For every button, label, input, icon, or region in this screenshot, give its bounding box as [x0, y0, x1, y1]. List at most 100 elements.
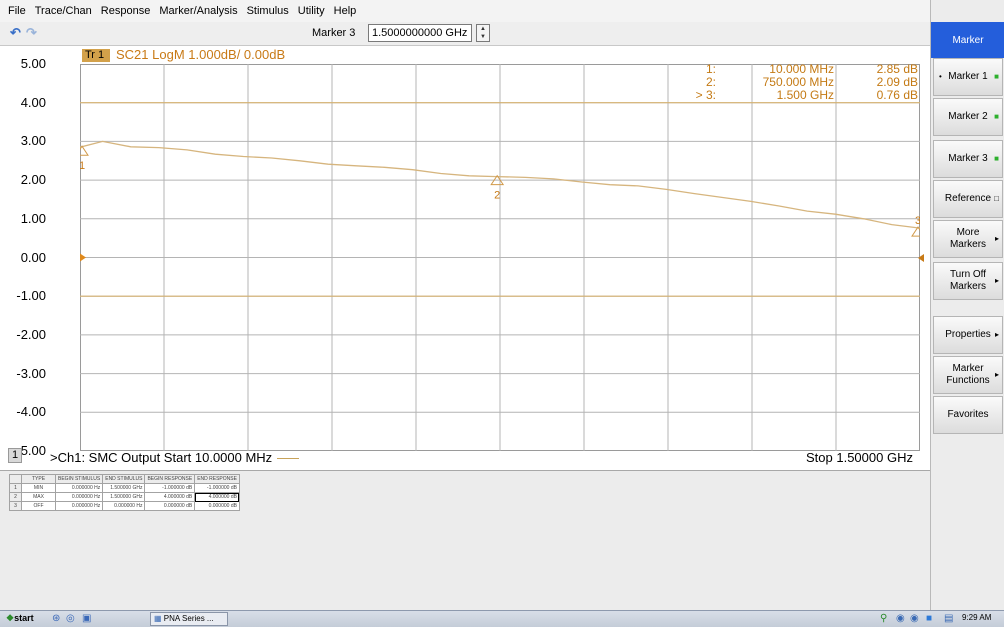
trace-title: SC21 LogM 1.000dB/ 0.00dB [116, 47, 286, 62]
marker-label: 3 [915, 215, 920, 227]
trace-legend-line [277, 458, 300, 460]
reference-marker-right-icon [918, 253, 924, 262]
limit-table-cell[interactable]: 0.000000 dB [194, 501, 240, 511]
limit-table-header-cell[interactable]: BEGIN STIMULUS [54, 474, 104, 484]
marker-frequency-spinner[interactable]: ▲ ▼ [476, 24, 490, 42]
desktop-icon[interactable]: ▣ [82, 613, 91, 624]
marker-readout-value: 2.85 dB [876, 62, 918, 76]
softkey-label: Turn Off Markers [949, 269, 987, 292]
marker-on-indicator-icon: ■ [994, 112, 999, 121]
limit-table-cell[interactable]: 0.000000 Hz [54, 492, 104, 502]
limit-table-header: TYPE BEGIN STIMULUS END STIMULUS BEGIN RESP… [9, 474, 240, 484]
limit-table-header-cell[interactable]: TYPE [21, 474, 56, 484]
menu-item[interactable]: Stimulus [247, 5, 289, 17]
limit-table-cell[interactable]: 4.000000 dB [144, 492, 196, 502]
channel-index[interactable]: 1 [8, 448, 22, 463]
channel-stop-label: Stop 1.50000 GHz [806, 450, 913, 465]
spin-up-icon[interactable]: ▲ [477, 25, 489, 33]
softkey-more-markers[interactable]: More Markers ▸ [933, 220, 1003, 258]
marker-entry-label: Marker 3 [312, 27, 356, 39]
tray-icon[interactable]: ■ [926, 613, 932, 624]
toolbar: ↶ ↷ Marker 3 1.5000000000 GHz ▲ ▼ [0, 22, 930, 46]
menu-item[interactable]: Response [101, 5, 151, 17]
softkey-marker-functions[interactable]: Marker Functions ▸ [933, 356, 1003, 394]
tray-icon[interactable]: ◉ [910, 613, 919, 624]
limit-table-row[interactable]: 1 MIN 0.000000 Hz 1.500000 GHz -1.000000 dB -… [9, 483, 240, 493]
softkey-label: Marker 2 [948, 111, 988, 122]
spin-down-icon[interactable]: ▼ [477, 33, 489, 41]
limit-table-row[interactable]: 3 OFF 0.000000 Hz 0.000000 Hz 0.000000 dB 0.0… [9, 501, 240, 511]
softkey-panel: Marker • Marker 1 ■ Marker 2 ■ Marker 3 ■ Refer… [930, 0, 1004, 627]
softkey-turn-off-markers[interactable]: Turn Off Markers ▸ [933, 262, 1003, 300]
limit-table-cell[interactable]: MAX [21, 492, 56, 502]
limit-table-cell[interactable]: 0.000000 Hz [54, 483, 104, 493]
softkey-label: Favorites [947, 409, 989, 420]
explorer-icon[interactable]: ⊛ [52, 613, 60, 624]
limit-table-cell[interactable]: 0.000000 dB [144, 501, 196, 511]
limit-table-cell[interactable]: 0.000000 Hz [54, 501, 104, 511]
menu-item[interactable]: File [8, 5, 26, 17]
marker-readout-frequency: 1.500 GHz [776, 88, 834, 102]
marker-readout-id: 2: [705, 75, 716, 89]
softkey-favorites[interactable]: Favorites [933, 396, 1003, 434]
limit-table-cell[interactable]: 3 [9, 501, 22, 511]
limit-table-header-cell[interactable] [9, 474, 22, 484]
marker-readout-frequency: 10.000 MHz [769, 62, 834, 76]
softkey-reference[interactable]: Reference □ [933, 180, 1003, 218]
y-tick-label: -4.00 [16, 404, 46, 420]
active-bullet-icon: • [939, 72, 942, 81]
task-pna-series[interactable]: ▦ PNA Series ... [150, 612, 228, 626]
menu-item[interactable]: Trace/Chan [35, 5, 92, 17]
y-tick-label: 1.00 [20, 210, 46, 226]
marker-label: 2 [494, 190, 500, 202]
trace-window: Tr 1 SC21 LogM 1.000dB/ 0.00dB 5.00 4.00 3… [0, 46, 930, 470]
softkey-label: Reference [944, 193, 992, 204]
softkey-marker-2[interactable]: Marker 2 ■ [933, 98, 1003, 136]
submenu-arrow-icon: ▸ [994, 330, 999, 339]
softkey-properties[interactable]: Properties ▸ [933, 316, 1003, 354]
softkey-label: More Markers [949, 227, 987, 250]
limit-table-cell[interactable]: -1.000000 dB [194, 483, 240, 493]
limit-table-cell[interactable]: -1.000000 dB [144, 483, 196, 493]
limit-table-header-cell[interactable]: END RESPONSE [194, 474, 240, 484]
menu-item[interactable]: Marker/Analysis [159, 5, 237, 17]
y-tick-label: -2.00 [16, 326, 46, 342]
checkbox-icon: □ [994, 194, 999, 203]
limit-table-header-cell[interactable]: END STIMULUS [102, 474, 146, 484]
redo-icon[interactable]: ↷ [26, 25, 37, 41]
limit-table-panel: TYPE BEGIN STIMULUS END STIMULUS BEGIN RESP… [0, 470, 930, 610]
trace-tab[interactable]: Tr 1 [82, 49, 110, 62]
marker-on-indicator-icon: ■ [994, 72, 999, 81]
limit-table-cell[interactable]: 0.000000 Hz [102, 501, 146, 511]
tray-icon[interactable]: ▤ [944, 613, 953, 624]
limit-table-cell[interactable]: 4.000000 dB [194, 492, 240, 502]
softkey-marker-1[interactable]: • Marker 1 ■ [933, 58, 1003, 96]
limit-table-row[interactable]: 2 MAX 0.000000 Hz 1.500000 GHz 4.000000 dB 4.… [9, 492, 240, 502]
limit-table-cell[interactable]: MIN [21, 483, 56, 493]
marker-readout-value: 0.76 dB [876, 88, 918, 102]
network-icon[interactable]: ⚲ [880, 613, 887, 624]
marker-readout-id: 1: [705, 62, 716, 76]
limit-table-body: 1 MIN 0.000000 Hz 1.500000 GHz -1.000000 dB -… [9, 483, 240, 511]
marker-label: 1 [80, 160, 85, 172]
limit-table-cell[interactable]: 1 [9, 483, 22, 493]
clock: 9:29 AM [962, 613, 992, 622]
limit-table-cell[interactable]: 1.500000 GHz [102, 492, 146, 502]
limit-table-cell[interactable]: 2 [9, 492, 22, 502]
menu-item[interactable]: Utility [298, 5, 325, 17]
limit-table-cell[interactable]: OFF [21, 501, 56, 511]
trace-plot[interactable]: 1 2 3 [80, 64, 920, 451]
tray-icon[interactable]: ◉ [896, 613, 905, 624]
softkey-label: Properties [945, 329, 991, 340]
channel-start-text: >Ch1: SMC Output Start 10.0000 MHz [50, 450, 273, 465]
softkey-marker-3[interactable]: Marker 3 ■ [933, 140, 1003, 178]
marker-on-indicator-icon: ■ [994, 154, 999, 163]
browser-icon[interactable]: ◎ [66, 613, 75, 624]
limit-table-header-cell[interactable]: BEGIN RESPONSE [144, 474, 196, 484]
start-button[interactable]: ❖start [2, 612, 38, 626]
menu-item[interactable]: Help [334, 5, 357, 17]
undo-icon[interactable]: ↶ [10, 25, 21, 41]
limit-table-cell[interactable]: 1.500000 GHz [102, 483, 146, 493]
limit-table[interactable]: TYPE BEGIN STIMULUS END STIMULUS BEGIN RESP… [9, 474, 240, 511]
marker-frequency-input[interactable]: 1.5000000000 GHz [368, 24, 472, 42]
